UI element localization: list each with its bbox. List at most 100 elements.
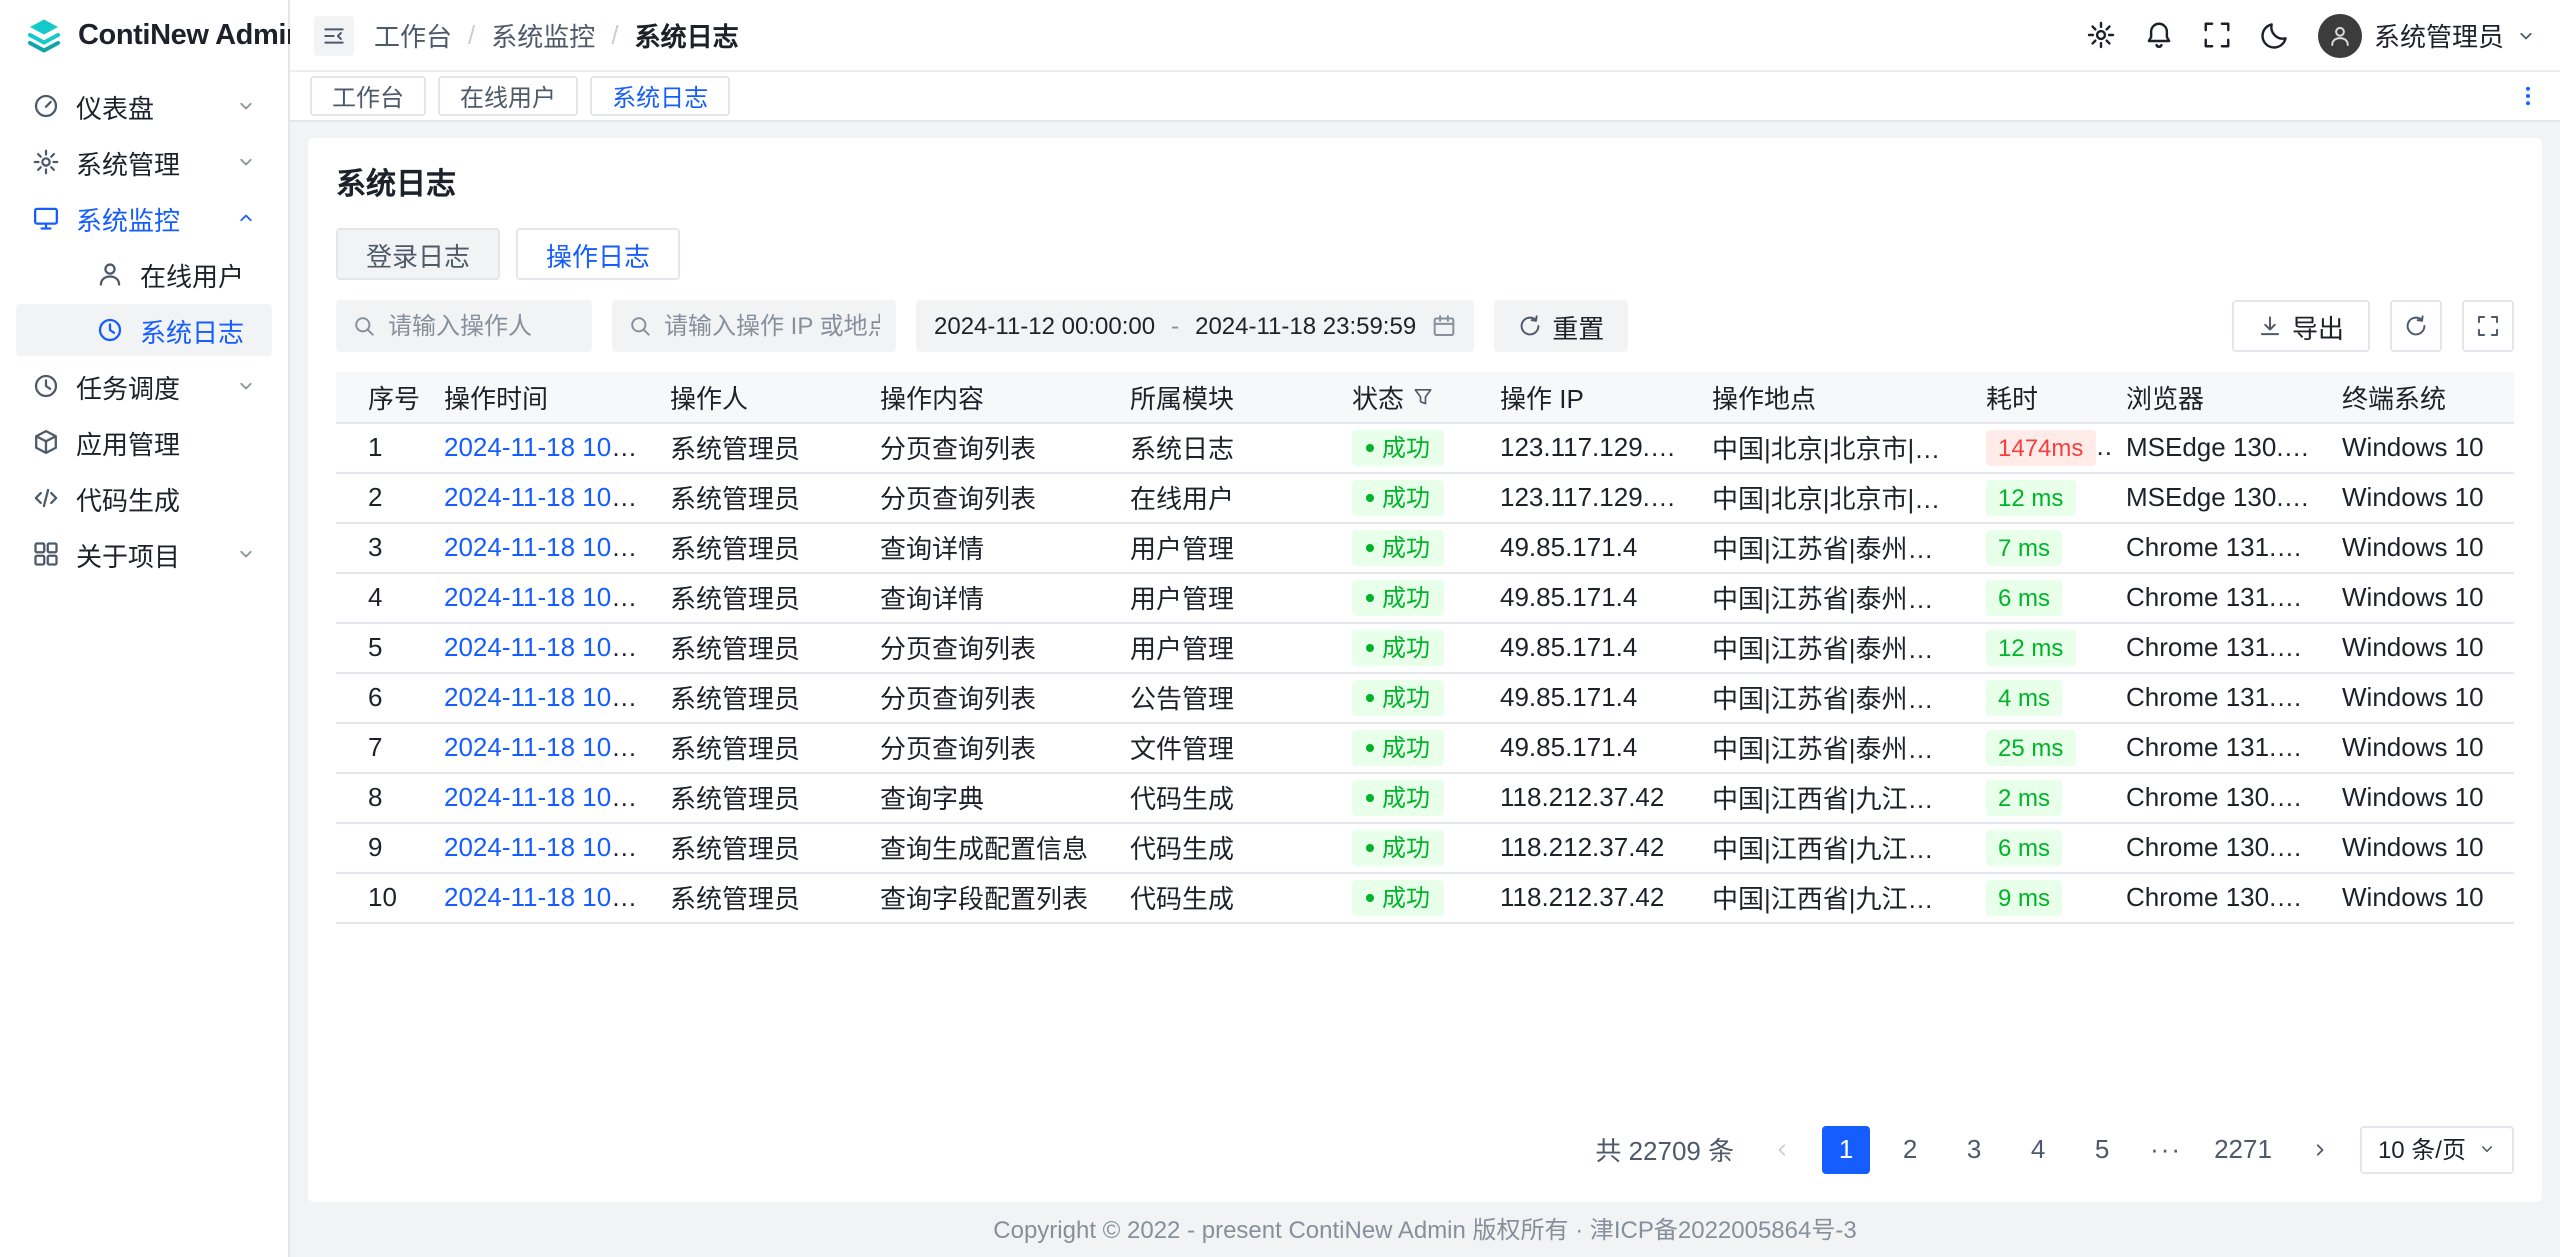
tab-system-logs[interactable]: 系统日志 xyxy=(590,76,730,116)
table-header-row: 序号 操作时间 操作人 操作内容 所属模块 状态 操作 IP 操作地点 耗时 浏… xyxy=(336,372,2514,422)
log-time-link[interactable]: 2024-11-18 10:51:55 xyxy=(444,632,654,662)
cell-index: 4 xyxy=(336,572,428,622)
sidebar-item-dashboard[interactable]: 仪表盘 xyxy=(16,80,272,132)
search-icon xyxy=(352,314,376,338)
page-button[interactable]: 4 xyxy=(2014,1125,2062,1173)
breadcrumb-item-system-monitor[interactable]: 系统监控 xyxy=(491,16,595,54)
cell-time: 2024-11-18 10:51:55 xyxy=(428,622,654,672)
chevron-down-icon xyxy=(2516,25,2536,45)
cell-cost: 7 ms xyxy=(1970,522,2110,572)
cell-content: 查询字典 xyxy=(864,772,1114,822)
pagination-total: 共 22709 条 xyxy=(1595,1130,1734,1168)
prev-page-button[interactable] xyxy=(1758,1125,1806,1173)
cell-module: 代码生成 xyxy=(1114,822,1336,872)
sidebar-item-about-project[interactable]: 关于项目 xyxy=(16,528,272,580)
status-badge: 成功 xyxy=(1352,429,1444,465)
export-button[interactable]: 导出 xyxy=(2232,300,2370,352)
log-time-link[interactable]: 2024-11-18 10:51:49 xyxy=(444,832,654,862)
cell-time: 2024-11-18 10:51:50 xyxy=(428,772,654,822)
status-badge: 成功 xyxy=(1352,879,1444,915)
status-badge: 成功 xyxy=(1352,479,1444,515)
brand[interactable]: ContiNew Admin xyxy=(0,0,288,72)
page-button[interactable]: 1 xyxy=(1822,1125,1870,1173)
cell-module: 代码生成 xyxy=(1114,872,1336,922)
sidebar-item-code-generation[interactable]: 代码生成 xyxy=(16,472,272,524)
operator-search[interactable] xyxy=(336,300,592,352)
dark-mode-button[interactable] xyxy=(2260,20,2290,50)
cell-content: 查询字段配置列表 xyxy=(864,872,1114,922)
sidebar-item-system-management[interactable]: 系统管理 xyxy=(16,136,272,188)
page-button[interactable]: 5 xyxy=(2078,1125,2126,1173)
cell-ip: 118.212.37.42 xyxy=(1484,772,1696,822)
table-row: 8 2024-11-18 10:51:50 系统管理员 查询字典 代码生成 成功… xyxy=(336,772,2514,822)
breadcrumb-item-workbench[interactable]: 工作台 xyxy=(374,16,452,54)
menu-fold-icon xyxy=(322,23,346,47)
cell-operator: 系统管理员 xyxy=(654,522,864,572)
chevron-left-icon xyxy=(1772,1139,1792,1159)
chevron-right-icon xyxy=(2310,1139,2330,1159)
sidebar-menu: 仪表盘 系统管理 系统监控 在线用户 系统日志 xyxy=(0,72,288,592)
cell-os: Windows 10 xyxy=(2326,872,2514,922)
log-time-link[interactable]: 2024-11-18 10:51:53 xyxy=(444,682,654,712)
notifications-button[interactable] xyxy=(2144,20,2174,50)
cell-browser: Chrome 131.0.0.0 xyxy=(2110,672,2326,722)
status-dot-icon xyxy=(1366,443,1374,451)
sidebar-item-task-scheduling[interactable]: 任务调度 xyxy=(16,360,272,412)
sidebar-item-system-monitor[interactable]: 系统监控 xyxy=(16,192,272,244)
tab-options-button[interactable] xyxy=(2516,84,2540,108)
ip-search-input[interactable] xyxy=(664,312,880,340)
page-button[interactable]: 2 xyxy=(1886,1125,1934,1173)
col-location: 操作地点 xyxy=(1696,372,1970,422)
operator-search-input[interactable] xyxy=(388,312,576,340)
chevron-down-icon xyxy=(236,376,256,396)
log-time-link[interactable]: 2024-11-18 10:52:12 xyxy=(444,532,654,562)
log-time-link[interactable]: 2024-11-18 10:51:49 xyxy=(444,882,654,912)
tab-online-users[interactable]: 在线用户 xyxy=(438,76,578,116)
next-page-button[interactable] xyxy=(2296,1125,2344,1173)
user-menu[interactable]: 系统管理员 xyxy=(2318,13,2536,57)
ip-search[interactable] xyxy=(612,300,896,352)
cell-os: Windows 10 xyxy=(2326,622,2514,672)
log-time-link[interactable]: 2024-11-18 10:52:05 xyxy=(444,582,654,612)
sidebar-item-online-users[interactable]: 在线用户 xyxy=(16,248,272,300)
cell-os: Windows 10 xyxy=(2326,822,2514,872)
cell-status: 成功 xyxy=(1336,872,1484,922)
cost-badge: 6 ms xyxy=(1986,579,2062,615)
page-button[interactable]: 3 xyxy=(1950,1125,1998,1173)
tab-login-logs[interactable]: 登录日志 xyxy=(336,228,500,280)
user-name: 系统管理员 xyxy=(2374,16,2504,54)
menu-collapse-button[interactable] xyxy=(314,15,354,55)
date-range-picker[interactable]: 2024-11-12 00:00:00 - 2024-11-18 23:59:5… xyxy=(916,300,1474,352)
sidebar-item-label: 任务调度 xyxy=(76,367,180,405)
download-icon xyxy=(2258,314,2282,338)
sidebar-item-app-management[interactable]: 应用管理 xyxy=(16,416,272,468)
tab-workbench[interactable]: 工作台 xyxy=(310,76,426,116)
cell-module: 在线用户 xyxy=(1114,472,1336,522)
cell-ip: 49.85.171.4 xyxy=(1484,622,1696,672)
sidebar-item-system-logs[interactable]: 系统日志 xyxy=(16,304,272,356)
log-time-link[interactable]: 2024-11-18 10:51:50 xyxy=(444,782,654,812)
cell-time: 2024-11-18 10:51:53 xyxy=(428,672,654,722)
reset-button[interactable]: 重置 xyxy=(1494,300,1628,352)
tab-operation-logs[interactable]: 操作日志 xyxy=(516,228,680,280)
status-dot-icon xyxy=(1366,693,1374,701)
cell-operator: 系统管理员 xyxy=(654,872,864,922)
page-size-select[interactable]: 10 条/页 xyxy=(2360,1125,2514,1173)
log-time-link[interactable]: 2024-11-18 10:51:52 xyxy=(444,732,654,762)
table-row: 7 2024-11-18 10:51:52 系统管理员 分页查询列表 文件管理 … xyxy=(336,722,2514,772)
status-badge: 成功 xyxy=(1352,529,1444,565)
settings-button[interactable] xyxy=(2086,20,2116,50)
filter-icon[interactable] xyxy=(1412,386,1434,408)
table-fullscreen-button[interactable] xyxy=(2462,300,2514,352)
fullscreen-button[interactable] xyxy=(2202,20,2232,50)
col-time: 操作时间 xyxy=(428,372,654,422)
page-button-last[interactable]: 2271 xyxy=(2206,1125,2280,1173)
pagination-ellipsis[interactable]: ··· xyxy=(2142,1125,2190,1173)
cell-status: 成功 xyxy=(1336,472,1484,522)
cell-index: 2 xyxy=(336,472,428,522)
sidebar-item-label: 系统管理 xyxy=(76,143,180,181)
cell-cost: 4 ms xyxy=(1970,672,2110,722)
log-time-link[interactable]: 2024-11-18 10:52:55 xyxy=(444,432,654,462)
log-time-link[interactable]: 2024-11-18 10:52:47 xyxy=(444,482,654,512)
table-refresh-button[interactable] xyxy=(2390,300,2442,352)
